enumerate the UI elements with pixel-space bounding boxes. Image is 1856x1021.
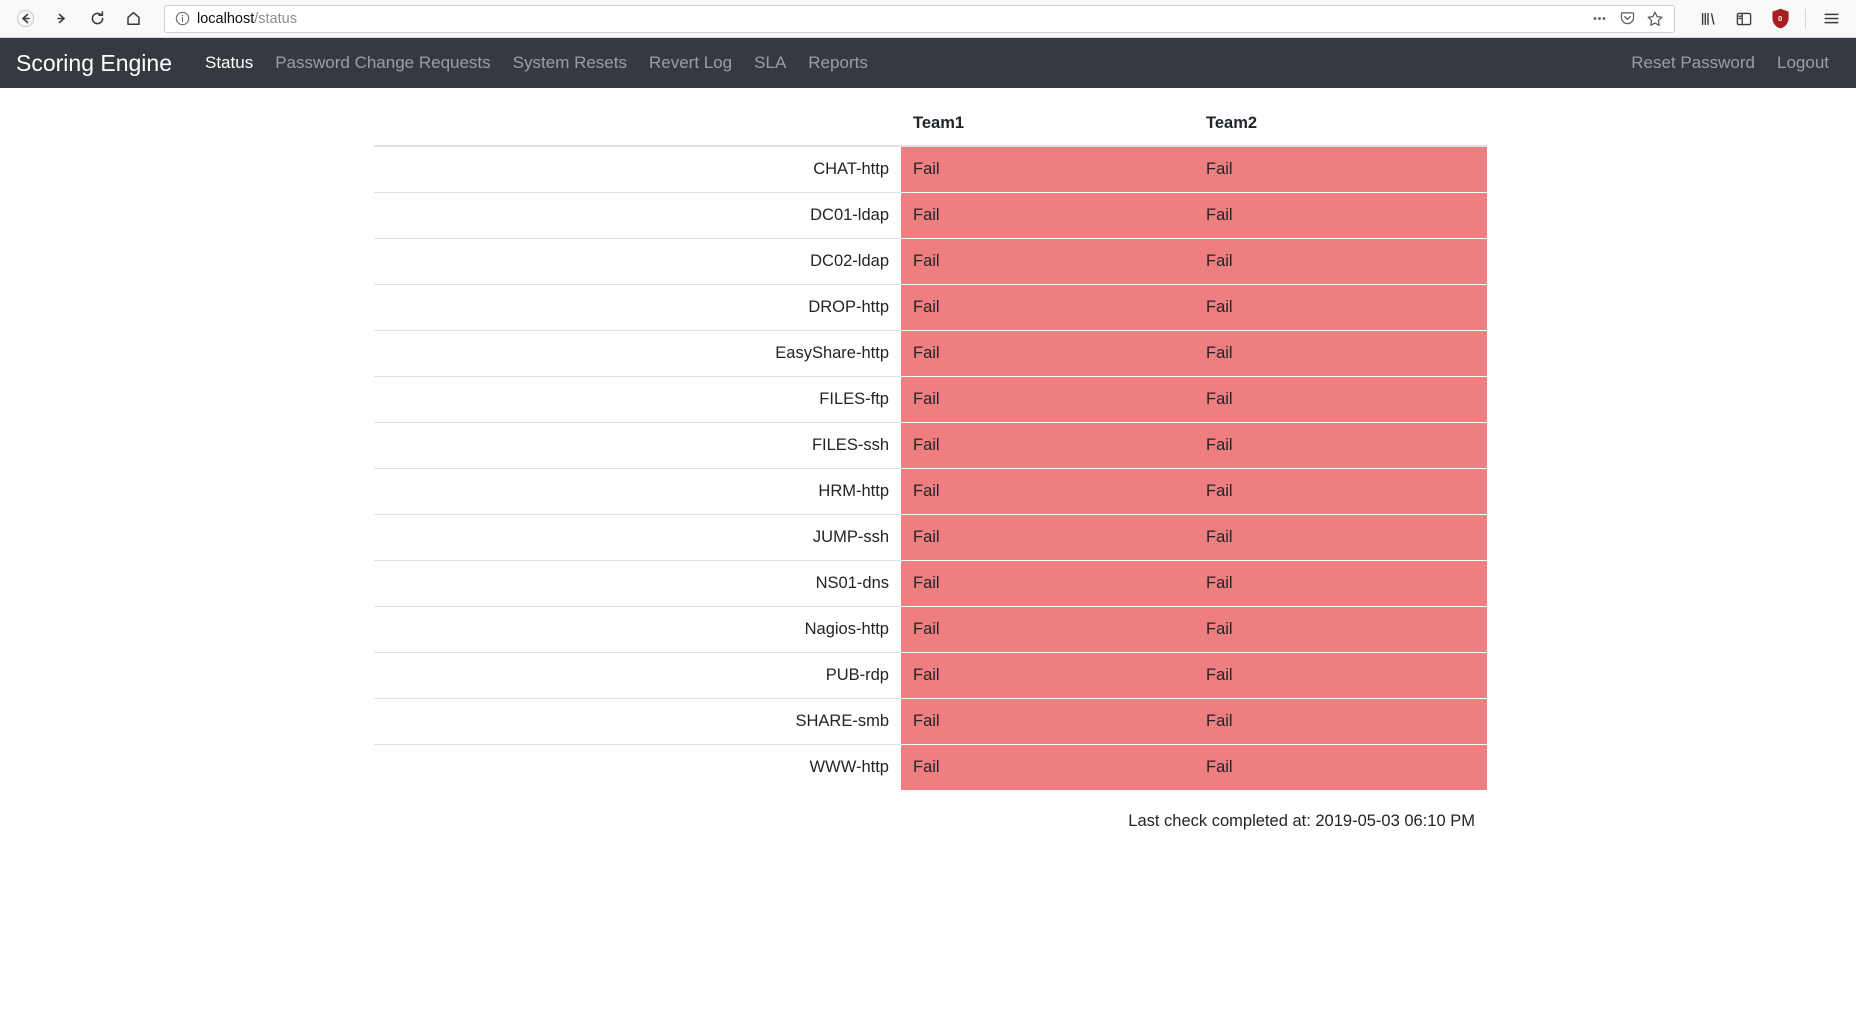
- url-bar[interactable]: localhost/status: [164, 4, 1675, 33]
- service-name-cell: DROP-http: [374, 284, 901, 331]
- status-cell-team2: Fail: [1194, 744, 1487, 790]
- table-row: DC02-ldap Fail Fail: [374, 238, 1487, 285]
- status-cell-team1: Fail: [901, 238, 1194, 285]
- hamburger-menu-icon[interactable]: [1814, 4, 1848, 34]
- pocket-icon[interactable]: [1614, 7, 1640, 31]
- primary-nav: Status Password Change Requests System R…: [194, 53, 879, 73]
- table-row: JUMP-ssh Fail Fail: [374, 514, 1487, 561]
- table-row: SHARE-smb Fail Fail: [374, 698, 1487, 745]
- status-cell-team1: Fail: [901, 145, 1194, 193]
- nav-link-reports[interactable]: Reports: [797, 53, 879, 73]
- table-row: Nagios-http Fail Fail: [374, 606, 1487, 653]
- status-cell-team1: Fail: [901, 468, 1194, 515]
- page-actions-icon[interactable]: [1586, 7, 1612, 31]
- toolbar-divider: [1805, 8, 1806, 29]
- service-name-cell: Nagios-http: [374, 606, 901, 653]
- service-name-cell: DC01-ldap: [374, 192, 901, 239]
- status-cell-team2: Fail: [1194, 606, 1487, 653]
- secondary-nav: Reset Password Logout: [1620, 53, 1840, 73]
- service-name-cell: FILES-ssh: [374, 422, 901, 469]
- table-row: CHAT-http Fail Fail: [374, 145, 1487, 193]
- status-cell-team1: Fail: [901, 698, 1194, 745]
- reload-button[interactable]: [80, 4, 114, 34]
- service-name-cell: CHAT-http: [374, 145, 901, 193]
- browser-right-icons: 0: [1685, 4, 1848, 34]
- last-check-timestamp: Last check completed at: 2019-05-03 06:1…: [1128, 812, 1475, 830]
- service-name-cell: FILES-ftp: [374, 376, 901, 423]
- nav-link-system-resets[interactable]: System Resets: [502, 53, 638, 73]
- nav-link-reset-password[interactable]: Reset Password: [1620, 53, 1766, 73]
- status-cell-team1: Fail: [901, 744, 1194, 790]
- service-name-cell: DC02-ldap: [374, 238, 901, 285]
- service-name-cell: SHARE-smb: [374, 698, 901, 745]
- urlbar-actions: [1586, 7, 1668, 31]
- bookmark-star-icon[interactable]: [1642, 7, 1668, 31]
- table-row: DC01-ldap Fail Fail: [374, 192, 1487, 239]
- status-table-container: Team1 Team2 CHAT-http Fail Fail DC01-ldap Fa…: [374, 88, 1487, 790]
- page-content: Team1 Team2 CHAT-http Fail Fail DC01-ldap Fa…: [0, 88, 1856, 831]
- forward-button[interactable]: [44, 4, 78, 34]
- status-cell-team2: Fail: [1194, 652, 1487, 699]
- status-cell-team1: Fail: [901, 652, 1194, 699]
- status-cell-team2: Fail: [1194, 560, 1487, 607]
- table-body: CHAT-http Fail Fail DC01-ldap Fail Fail DC02-l…: [374, 145, 1487, 790]
- table-row: HRM-http Fail Fail: [374, 468, 1487, 515]
- table-row: WWW-http Fail Fail: [374, 744, 1487, 790]
- nav-link-revert-log[interactable]: Revert Log: [638, 53, 743, 73]
- url-path: /status: [254, 10, 297, 27]
- status-cell-team1: Fail: [901, 376, 1194, 423]
- brand-scoring-engine[interactable]: Scoring Engine: [16, 50, 172, 77]
- column-header-service: [374, 104, 901, 147]
- table-row: DROP-http Fail Fail: [374, 284, 1487, 331]
- table-row: FILES-ftp Fail Fail: [374, 376, 1487, 423]
- nav-link-status[interactable]: Status: [194, 53, 264, 73]
- url-host: localhost: [197, 10, 255, 27]
- nav-link-logout[interactable]: Logout: [1766, 53, 1840, 73]
- service-status-table: Team1 Team2 CHAT-http Fail Fail DC01-ldap Fa…: [374, 104, 1487, 790]
- status-cell-team1: Fail: [901, 192, 1194, 239]
- table-header-row: Team1 Team2: [374, 104, 1487, 147]
- table-row: PUB-rdp Fail Fail: [374, 652, 1487, 699]
- app-navbar: Scoring Engine Status Password Change Re…: [0, 38, 1856, 88]
- status-cell-team2: Fail: [1194, 238, 1487, 285]
- service-name-cell: WWW-http: [374, 744, 901, 790]
- column-header-team2: Team2: [1194, 104, 1487, 147]
- status-cell-team1: Fail: [901, 330, 1194, 377]
- nav-link-sla[interactable]: SLA: [743, 53, 797, 73]
- status-cell-team1: Fail: [901, 284, 1194, 331]
- back-button[interactable]: [8, 4, 42, 34]
- service-name-cell: JUMP-ssh: [374, 514, 901, 561]
- status-cell-team2: Fail: [1194, 330, 1487, 377]
- table-head: Team1 Team2: [374, 104, 1487, 147]
- status-cell-team2: Fail: [1194, 376, 1487, 423]
- table-row: EasyShare-http Fail Fail: [374, 330, 1487, 377]
- status-cell-team2: Fail: [1194, 514, 1487, 561]
- status-cell-team2: Fail: [1194, 422, 1487, 469]
- status-cell-team1: Fail: [901, 422, 1194, 469]
- status-cell-team2: Fail: [1194, 284, 1487, 331]
- browser-toolbar: localhost/status 0: [0, 0, 1856, 38]
- status-cell-team1: Fail: [901, 606, 1194, 653]
- table-row: NS01-dns Fail Fail: [374, 560, 1487, 607]
- status-cell-team2: Fail: [1194, 468, 1487, 515]
- table-row: FILES-ssh Fail Fail: [374, 422, 1487, 469]
- library-icon[interactable]: [1691, 4, 1725, 34]
- status-cell-team2: Fail: [1194, 145, 1487, 193]
- nav-link-password-change-requests[interactable]: Password Change Requests: [264, 53, 501, 73]
- status-cell-team2: Fail: [1194, 698, 1487, 745]
- service-name-cell: PUB-rdp: [374, 652, 901, 699]
- url-text[interactable]: localhost/status: [193, 11, 297, 27]
- ublock-count: 0: [1778, 13, 1782, 23]
- home-button[interactable]: [116, 4, 150, 34]
- site-identity-info-icon[interactable]: [171, 8, 193, 30]
- column-header-team1: Team1: [901, 104, 1194, 147]
- sidebar-icon[interactable]: [1727, 4, 1761, 34]
- status-cell-team1: Fail: [901, 560, 1194, 607]
- status-cell-team2: Fail: [1194, 192, 1487, 239]
- service-name-cell: EasyShare-http: [374, 330, 901, 377]
- status-cell-team1: Fail: [901, 514, 1194, 561]
- ublock-origin-icon[interactable]: 0: [1763, 4, 1797, 34]
- service-name-cell: NS01-dns: [374, 560, 901, 607]
- service-name-cell: HRM-http: [374, 468, 901, 515]
